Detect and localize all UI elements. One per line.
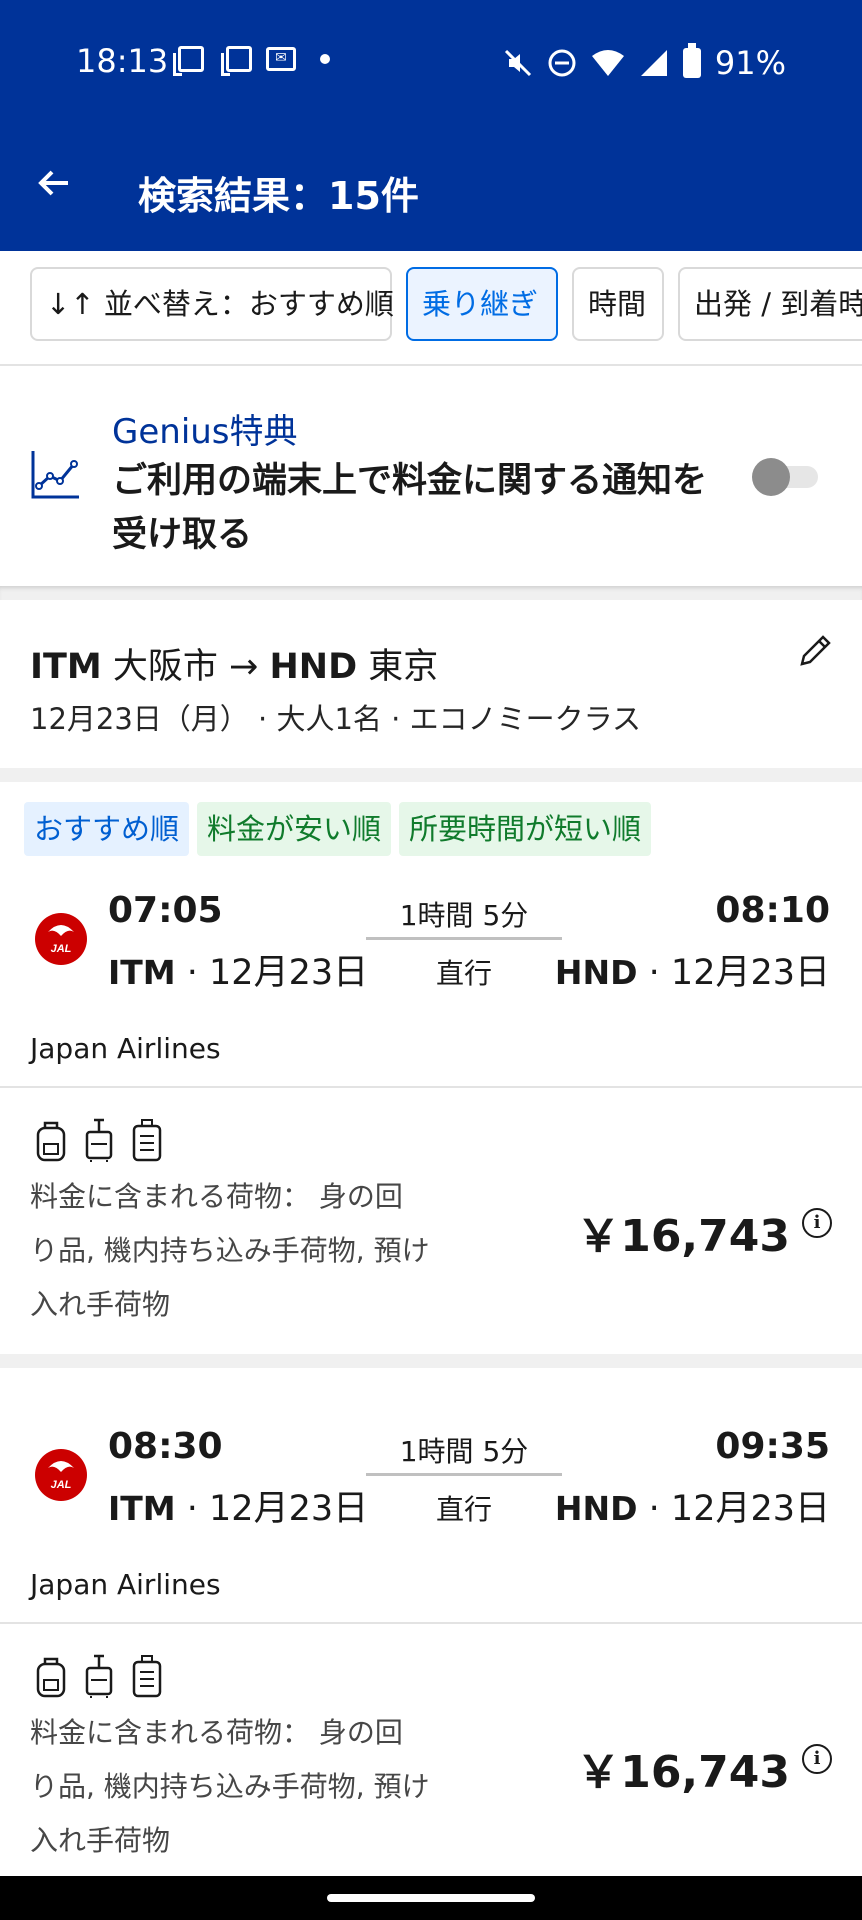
airline-name: Japan Airlines [30, 1568, 221, 1601]
departure-airport: ITM [108, 1489, 176, 1528]
to-city: 東京 [368, 647, 439, 687]
status-time: 18:13 [76, 42, 169, 80]
flight-stops: 直行 [435, 957, 492, 990]
home-gesture-handle[interactable] [327, 1894, 535, 1902]
system-nav-bar [0, 1876, 862, 1920]
arrival-info: HND · 12月23日 [555, 944, 830, 995]
carry-on-icon [85, 1118, 113, 1162]
duration-line [366, 937, 562, 940]
duration-line [366, 1473, 562, 1476]
toggle-knob [752, 458, 790, 496]
time-filter[interactable]: 時間 [572, 267, 664, 341]
arrival-time: 09:35 [715, 1426, 830, 1467]
departure-airport: ITM [108, 953, 176, 992]
arrow-left-icon[interactable] [34, 163, 74, 203]
chart-trend-icon [31, 451, 79, 499]
arrival-time: 08:10 [715, 890, 830, 931]
genius-text: ご利用の端末上で料金に関する通知を受け取る [112, 461, 708, 555]
carry-on-icon [85, 1654, 113, 1698]
backpack-icon [36, 1657, 66, 1698]
departure-time: 07:05 [108, 890, 223, 931]
filter-bar: ↓↑ 並べ替え：おすすめ順 乗り継ぎ 時間 出発 / 到着時 [0, 251, 862, 366]
backpack-icon [36, 1121, 66, 1162]
outlook-icon: ✉ [266, 47, 296, 71]
airline-name: Japan Airlines [30, 1032, 221, 1065]
edit-icon[interactable] [796, 630, 836, 670]
from-city: 大阪市 [112, 647, 218, 687]
divider [0, 1086, 862, 1088]
divider [0, 586, 862, 600]
checked-bag-icon [132, 1119, 162, 1162]
arrival-airport: HND [554, 953, 638, 992]
divider [0, 1622, 862, 1624]
departure-time: 08:30 [108, 1426, 223, 1467]
dep-arr-filter[interactable]: 出発 / 到着時 [678, 267, 862, 341]
dot-icon [320, 54, 330, 64]
flight-duration: 1時間 5分 [399, 899, 529, 932]
mute-icon [504, 49, 531, 77]
ranking-tags: おすすめ順 料金が安い順 所要時間が短い順 [24, 802, 652, 856]
arrival-info: HND · 12月23日 [555, 1480, 830, 1531]
tag-fastest: 所要時間が短い順 [399, 802, 652, 856]
baggage-included-text: 料金に含まれる荷物： 身の回り品, 機内持ち込み手荷物, 預け入れ手荷物 [30, 1716, 430, 1857]
signal-icon [640, 50, 667, 76]
copy-icon [173, 46, 204, 76]
to-code: HND [269, 647, 358, 687]
arrival-airport: HND [554, 1489, 638, 1528]
svg-text:JAL: JAL [51, 943, 72, 955]
departure-info: ITM · 12月23日 [108, 944, 368, 995]
sort-button[interactable]: ↓↑ 並べ替え：おすすめ順 [30, 267, 394, 341]
battery-icon [682, 43, 701, 78]
flight-duration: 1時間 5分 [399, 1435, 529, 1468]
flight-stops: 直行 [435, 1493, 492, 1526]
status-bar: 18:13 ✉ 91% [0, 0, 862, 125]
transfers-filter[interactable]: 乗り継ぎ [406, 267, 558, 341]
divider [0, 1354, 862, 1368]
divider [0, 768, 862, 782]
baggage-icons [34, 1118, 164, 1162]
genius-title: Genius特典 [112, 412, 298, 452]
tag-cheapest: 料金が安い順 [197, 802, 392, 856]
page-title: 検索結果：15件 [138, 174, 419, 218]
jal-logo-icon: JAL [35, 913, 87, 965]
info-icon[interactable]: i [802, 1744, 832, 1774]
departure-info: ITM · 12月23日 [108, 1480, 368, 1531]
flight-price: ￥16,743 [576, 1211, 790, 1262]
info-icon[interactable]: i [802, 1208, 832, 1238]
search-summary[interactable]: ITM 大阪市 → HND 東京 12月23日（月） · 大人1名 · エコノミ… [0, 600, 862, 768]
baggage-included-text: 料金に含まれる荷物： 身の回り品, 機内持ち込み手荷物, 預け入れ手荷物 [30, 1180, 430, 1321]
route: ITM 大阪市 → HND 東京 [30, 638, 438, 689]
dnd-icon [548, 49, 576, 77]
arrival-date: · 12月23日 [648, 1489, 830, 1529]
route-arrow: → [229, 647, 259, 687]
departure-date: · 12月23日 [186, 953, 369, 993]
wifi-icon [591, 50, 624, 76]
flight-price: ￥16,743 [576, 1747, 790, 1798]
baggage-icons [34, 1654, 164, 1698]
departure-date: · 12月23日 [186, 1489, 369, 1529]
flight-card[interactable]: おすすめ順 料金が安い順 所要時間が短い順 JAL 07:05 ITM · 12… [0, 782, 862, 1354]
system-icons: 91% [503, 43, 786, 82]
battery-level: 91% [714, 44, 786, 82]
arrival-date: · 12月23日 [648, 953, 830, 993]
from-code: ITM [30, 647, 102, 687]
copy-icon [221, 46, 252, 76]
flight-card[interactable]: JAL 08:30 ITM · 12月23日 1時間 5分 直行 09:35 H… [0, 1368, 862, 1876]
price-alert-toggle[interactable] [752, 458, 818, 496]
svg-text:JAL: JAL [51, 1479, 72, 1491]
notification-icons: ✉ [173, 46, 330, 76]
jal-logo-icon: JAL [35, 1449, 87, 1501]
search-details: 12月23日（月） · 大人1名 · エコノミークラス [30, 702, 641, 736]
tag-recommended: おすすめ順 [24, 802, 190, 856]
genius-banner: Genius特典 ご利用の端末上で料金に関する通知を受け取る [0, 366, 862, 586]
checked-bag-icon [132, 1655, 162, 1698]
app-bar: 検索結果：15件 [0, 125, 862, 251]
